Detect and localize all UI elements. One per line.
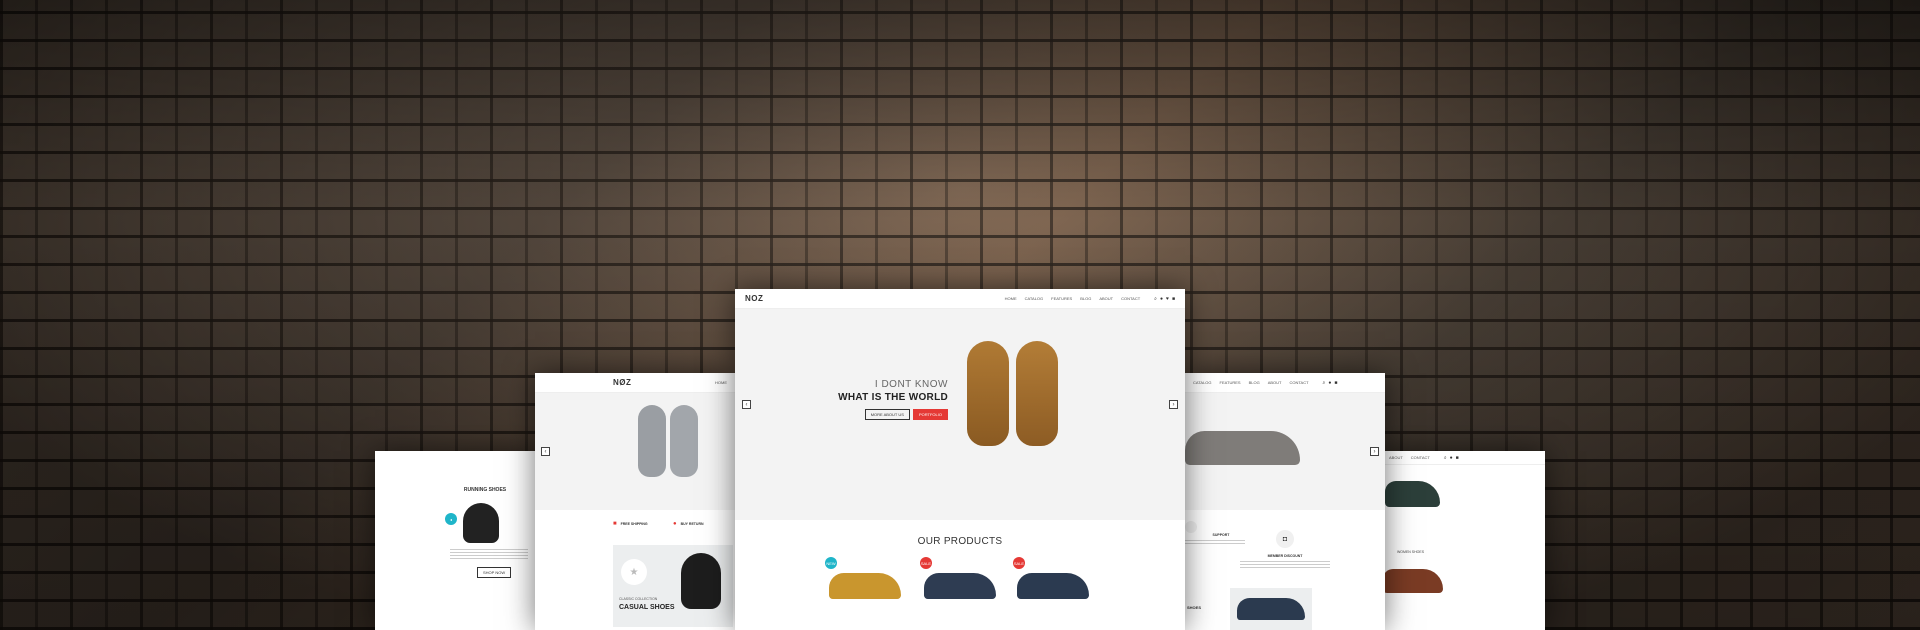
nav-catalog[interactable]: CATALOG bbox=[1193, 380, 1212, 385]
product-card-2[interactable]: SALE bbox=[920, 557, 1000, 617]
navy-sneaker-image bbox=[924, 573, 996, 599]
cart-icon[interactable]: ■ bbox=[1456, 455, 1459, 461]
discount-feature: ◘ MEMBER DISCOUNT bbox=[1230, 530, 1340, 569]
user-icon[interactable]: ● bbox=[1328, 380, 1331, 386]
header-icons: ⌕ ● ♥ ■ bbox=[1154, 296, 1175, 302]
slider-dot[interactable]: ◂ bbox=[445, 513, 457, 525]
nav-home[interactable]: HOME bbox=[715, 380, 727, 385]
user-icon[interactable]: ● bbox=[1160, 296, 1163, 302]
green-sneaker-image bbox=[1385, 481, 1440, 507]
nav-catalog[interactable]: CATALOG bbox=[1025, 296, 1044, 301]
hero-slider: › bbox=[1185, 393, 1385, 510]
product-badge: SALE bbox=[920, 557, 932, 569]
return-icon: ● bbox=[673, 521, 677, 527]
product-card-1[interactable]: NEW bbox=[825, 557, 905, 617]
nav-contact[interactable]: CONTACT bbox=[1121, 296, 1140, 301]
promo-banner[interactable]: ★ CLASSIC COLLECTION CASUAL SHOES bbox=[613, 545, 733, 627]
gray-boat-shoe-image bbox=[1185, 431, 1300, 465]
main-nav: HOME CATALOG FEATURES BLOG ABOUT CONTACT bbox=[1005, 296, 1141, 301]
search-icon[interactable]: ⌕ bbox=[1323, 380, 1326, 386]
main-nav: ABOUT CONTACT bbox=[1389, 455, 1430, 460]
search-icon[interactable]: ⌕ bbox=[1444, 455, 1447, 461]
navy-sneaker-image bbox=[1017, 573, 1089, 599]
nav-features[interactable]: FEATURES bbox=[1051, 296, 1072, 301]
more-about-us-button[interactable]: MORE ABOUT US bbox=[864, 409, 910, 420]
cart-icon[interactable]: ■ bbox=[1334, 380, 1337, 386]
main-nav: CATALOG FEATURES BLOG ABOUT CONTACT bbox=[1193, 380, 1309, 385]
star-badge: ★ bbox=[621, 559, 647, 585]
hero-headline-2: WHAT IS THE WORLD bbox=[838, 392, 948, 403]
site-header: CATALOG FEATURES BLOG ABOUT CONTACT ⌕ ● ■ bbox=[1185, 373, 1385, 393]
promo-title: CASUAL SHOES bbox=[619, 604, 675, 611]
camera-icon: ◘ bbox=[1276, 530, 1294, 548]
product-card-3[interactable]: SALE bbox=[1013, 557, 1093, 617]
cart-icon[interactable]: ■ bbox=[1172, 296, 1175, 302]
feature-return: ● BUY RETURN bbox=[673, 521, 704, 527]
running-shoe-image bbox=[463, 503, 499, 543]
category-label: SHOES bbox=[1187, 605, 1202, 610]
section-title: RUNNING SHOES bbox=[463, 487, 507, 493]
yellow-sneaker-image bbox=[829, 573, 901, 599]
site-header: NOZ HOME CATALOG FEATURES BLOG ABOUT CON… bbox=[735, 289, 1185, 309]
product-label: WOMEN SHOES bbox=[1397, 550, 1425, 554]
page-mockup-left: NØZ HOME ‹ ■ FREE SHIPPING ● BUY RETURN … bbox=[535, 373, 735, 630]
section-text bbox=[450, 549, 528, 561]
casual-shoe-image bbox=[681, 553, 721, 609]
site-header: ABOUT CONTACT ⌕ ● ■ bbox=[1375, 451, 1545, 465]
nav-home[interactable]: HOME bbox=[1005, 296, 1017, 301]
product-badge: NEW bbox=[825, 557, 837, 569]
hero-slider: ‹ bbox=[535, 393, 735, 510]
product-badge: SALE bbox=[1013, 557, 1025, 569]
nav-contact[interactable]: CONTACT bbox=[1411, 455, 1430, 460]
promo-small-label: CLASSIC COLLECTION bbox=[619, 597, 658, 601]
page-mockup-far-right: ABOUT CONTACT ⌕ ● ■ WOMEN SHOES bbox=[1375, 451, 1545, 630]
slider-prev-arrow[interactable]: ‹ bbox=[742, 400, 751, 409]
truck-icon: ■ bbox=[613, 521, 617, 527]
nav-blog[interactable]: BLOG bbox=[1080, 296, 1091, 301]
header-icons: ⌕ ● ■ bbox=[1444, 455, 1459, 461]
main-nav: HOME bbox=[715, 380, 727, 385]
search-icon[interactable]: ⌕ bbox=[1154, 296, 1157, 302]
page-mockup-center: NOZ HOME CATALOG FEATURES BLOG ABOUT CON… bbox=[735, 289, 1185, 630]
nav-about[interactable]: ABOUT bbox=[1389, 455, 1403, 460]
nav-contact[interactable]: CONTACT bbox=[1289, 380, 1308, 385]
portfolio-button[interactable]: PORTFOLIO bbox=[912, 409, 948, 420]
gray-sneaker-left bbox=[638, 405, 666, 477]
brown-boot-left bbox=[967, 341, 1009, 446]
page-mockup-right: CATALOG FEATURES BLOG ABOUT CONTACT ⌕ ● ■ … bbox=[1185, 373, 1385, 630]
site-header: NØZ HOME bbox=[535, 373, 735, 393]
site-logo[interactable]: NOZ bbox=[745, 294, 763, 303]
slider-next-arrow[interactable]: › bbox=[1370, 447, 1379, 456]
header-icons: ⌕ ● ■ bbox=[1323, 380, 1338, 386]
slider-prev-arrow[interactable]: ‹ bbox=[541, 447, 550, 456]
gray-sneaker-right bbox=[670, 405, 698, 477]
heart-icon[interactable]: ♥ bbox=[1166, 296, 1169, 302]
hero-buttons: MORE ABOUT US PORTFOLIO bbox=[864, 409, 948, 420]
brown-shoe-image bbox=[1383, 569, 1443, 593]
nav-features[interactable]: FEATURES bbox=[1220, 380, 1241, 385]
nav-about[interactable]: ABOUT bbox=[1268, 380, 1282, 385]
brown-boot-right bbox=[1016, 341, 1058, 446]
shop-now-button[interactable]: SHOP NOW bbox=[477, 567, 512, 578]
support-icon bbox=[1185, 521, 1197, 533]
feature-shipping: ■ FREE SHIPPING bbox=[613, 521, 648, 527]
nav-about[interactable]: ABOUT bbox=[1099, 296, 1113, 301]
site-logo[interactable]: NØZ bbox=[613, 378, 631, 387]
navy-sneaker-image bbox=[1237, 598, 1305, 620]
page-mockup-far-left: RUNNING SHOES ◂ SHOP NOW bbox=[375, 451, 545, 630]
products-section-title: OUR PRODUCTS bbox=[917, 536, 1003, 547]
product-tile[interactable] bbox=[1230, 588, 1312, 630]
user-icon[interactable]: ● bbox=[1450, 455, 1453, 461]
nav-blog[interactable]: BLOG bbox=[1249, 380, 1260, 385]
slider-next-arrow[interactable]: › bbox=[1169, 400, 1178, 409]
hero-slider: ‹ › I DONT KNOW WHAT IS THE WORLD MORE A… bbox=[735, 309, 1185, 520]
hero-headline-1: I DONT KNOW bbox=[874, 379, 948, 390]
